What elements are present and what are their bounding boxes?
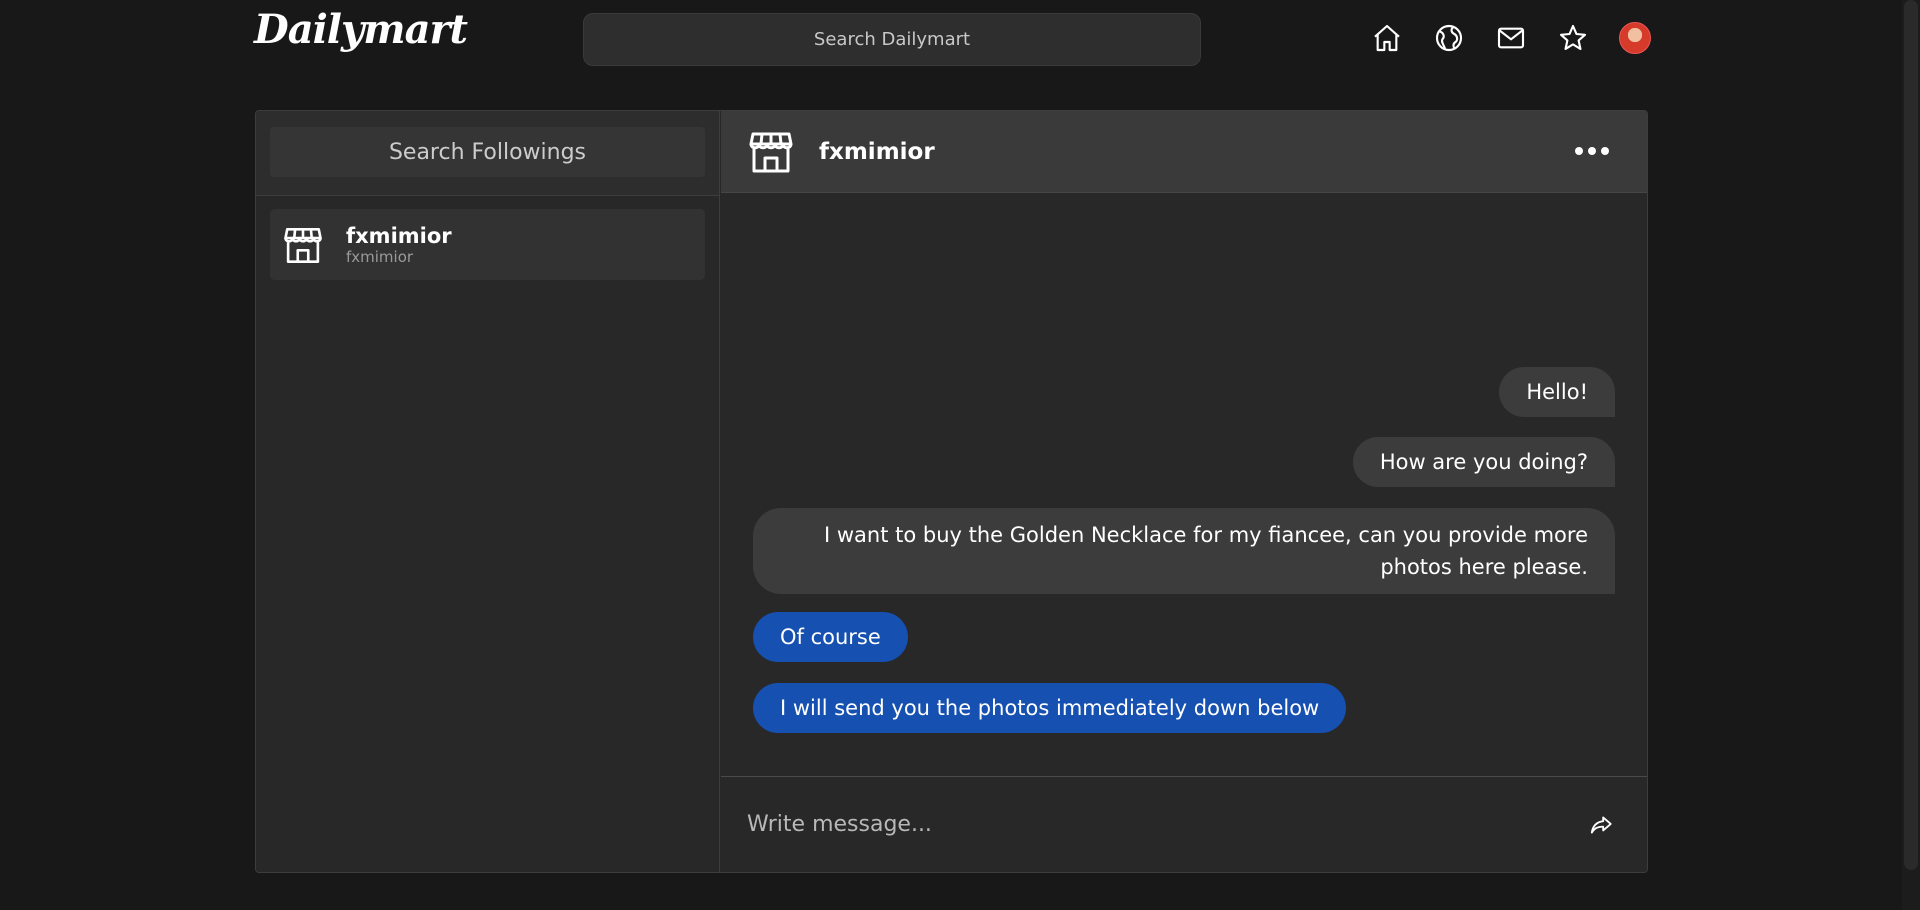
top-bar: Dailymart — [0, 0, 1920, 80]
avatar-button[interactable] — [1616, 19, 1654, 57]
contact-item[interactable]: fxmimior fxmimior — [270, 209, 705, 280]
contact-name: fxmimior — [346, 223, 452, 248]
store-icon — [749, 132, 793, 172]
star-icon[interactable] — [1554, 19, 1592, 57]
message-bubble-incoming: Of course — [753, 612, 908, 662]
message-bubble-outgoing: I want to buy the Golden Necklace for my… — [753, 508, 1615, 594]
share-arrow-icon[interactable] — [1581, 805, 1621, 845]
followings-search-input[interactable] — [270, 127, 705, 177]
chat-title: fxmimior — [819, 138, 935, 165]
message-list: Hello! How are you doing? I want to buy … — [721, 193, 1647, 775]
more-horizontal-icon[interactable] — [1575, 139, 1609, 163]
global-search-input[interactable] — [584, 14, 1200, 65]
page-scrollbar[interactable] — [1902, 0, 1920, 910]
globe-icon[interactable] — [1430, 19, 1468, 57]
global-search-bar[interactable] — [583, 13, 1201, 66]
avatar — [1619, 22, 1651, 54]
chat-window: fxmimior Hello! How are you doing? I wan… — [721, 111, 1647, 872]
mail-icon[interactable] — [1492, 19, 1530, 57]
chat-header: fxmimior — [721, 111, 1647, 193]
store-icon — [284, 227, 322, 263]
contact-text: fxmimior fxmimior — [346, 224, 452, 266]
messenger-panel: fxmimior fxmimior fxmimior Hello! How ar… — [255, 110, 1648, 873]
contact-list: fxmimior fxmimior — [256, 196, 719, 293]
home-icon[interactable] — [1368, 19, 1406, 57]
message-bubble-incoming: I will send you the photos immediately d… — [753, 683, 1347, 733]
message-input[interactable] — [721, 794, 1581, 855]
logo[interactable]: Dailymart — [254, 6, 468, 53]
message-bubble-outgoing: How are you doing? — [1352, 437, 1615, 487]
message-bubble-outgoing: Hello! — [1499, 367, 1615, 417]
followings-search-area — [256, 111, 719, 196]
top-nav — [1368, 18, 1654, 58]
followings-sidebar: fxmimior fxmimior — [256, 111, 720, 872]
followings-search-bar[interactable] — [270, 127, 705, 177]
message-composer — [721, 776, 1647, 872]
scrollbar-thumb[interactable] — [1904, 0, 1918, 870]
contact-handle: fxmimior — [346, 247, 414, 266]
